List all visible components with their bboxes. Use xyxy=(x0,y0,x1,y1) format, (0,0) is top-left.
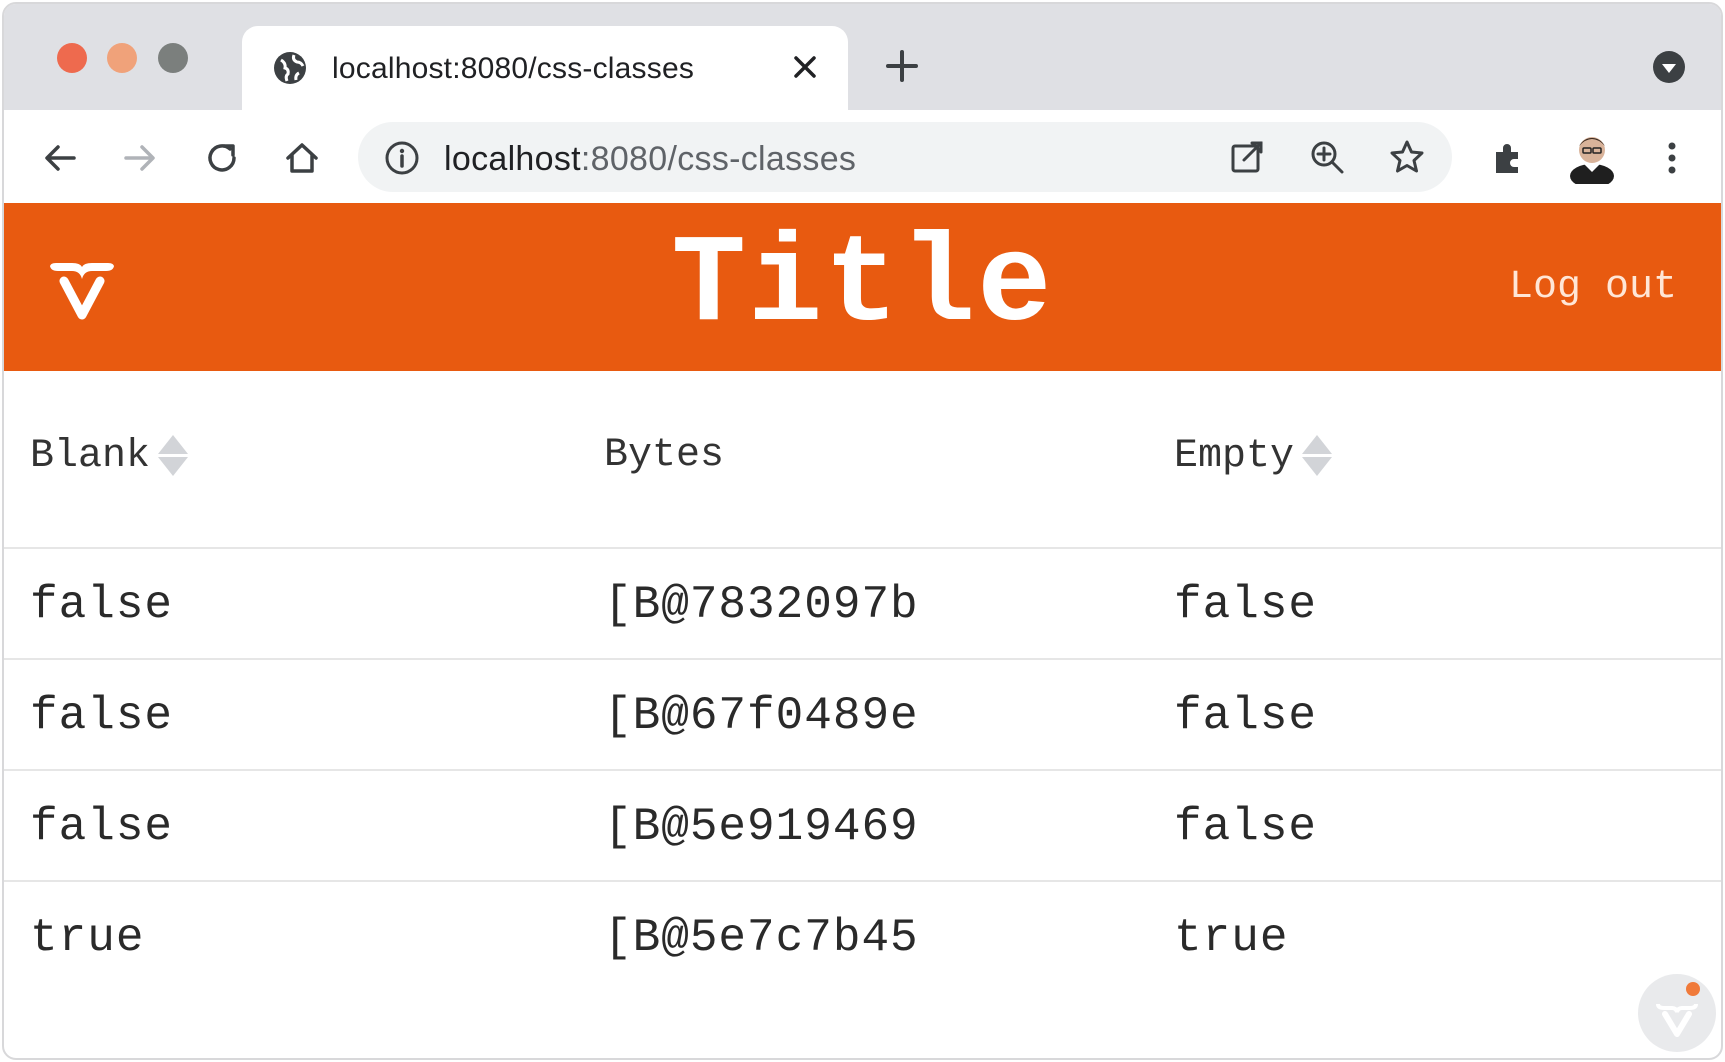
forward-arrow-icon[interactable] xyxy=(120,138,160,178)
home-icon[interactable] xyxy=(282,138,322,178)
column-header-blank[interactable]: Blank xyxy=(30,433,189,479)
cell-empty: true xyxy=(1174,912,1289,964)
grid-header-row: Blank Bytes Empty xyxy=(4,371,1721,549)
tab-active[interactable]: localhost:8080/css-classes xyxy=(242,26,848,112)
new-tab-icon[interactable] xyxy=(884,48,920,84)
open-in-new-icon[interactable] xyxy=(1228,138,1266,176)
table-row[interactable]: true [B@5e7c7b45 true xyxy=(4,882,1721,993)
cell-bytes: [B@5e919469 xyxy=(604,801,919,853)
cell-empty: false xyxy=(1174,579,1318,631)
devtools-notification-dot xyxy=(1686,982,1700,996)
cell-empty: false xyxy=(1174,690,1318,742)
window-minimize-button[interactable] xyxy=(107,43,137,73)
sort-icon[interactable] xyxy=(158,433,189,479)
window-zoom-button[interactable] xyxy=(158,43,188,73)
column-header-empty[interactable]: Empty xyxy=(1174,433,1333,479)
app-header: Title Log out xyxy=(4,203,1721,371)
column-header-label: Bytes xyxy=(604,433,725,478)
tab-strip: localhost:8080/css-classes xyxy=(4,4,1721,112)
vaadin-devtools-icon xyxy=(1656,1003,1698,1037)
cell-empty: false xyxy=(1174,801,1318,853)
reload-icon[interactable] xyxy=(202,138,242,178)
table-row[interactable]: false [B@5e919469 false xyxy=(4,771,1721,882)
table-row[interactable]: false [B@7832097b false xyxy=(4,549,1721,660)
more-menu-icon[interactable] xyxy=(1652,138,1692,178)
back-arrow-icon[interactable] xyxy=(40,138,80,178)
column-header-label: Empty xyxy=(1174,433,1295,479)
profile-avatar[interactable] xyxy=(1566,128,1618,184)
cell-blank: false xyxy=(30,579,174,631)
window-close-button[interactable] xyxy=(57,43,87,73)
tab-close-icon[interactable] xyxy=(790,52,820,82)
data-grid: Blank Bytes Empty false [B@7832097b fals… xyxy=(4,371,1721,993)
logout-link[interactable]: Log out xyxy=(1509,265,1677,310)
address-bar[interactable]: localhost:8080/css-classes xyxy=(358,122,1452,192)
cell-bytes: [B@67f0489e xyxy=(604,690,919,742)
table-row[interactable]: false [B@67f0489e false xyxy=(4,660,1721,771)
tab-title: localhost:8080/css-classes xyxy=(332,52,695,85)
url-path: :8080/css-classes xyxy=(580,140,857,178)
cell-bytes: [B@5e7c7b45 xyxy=(604,912,919,964)
cell-blank: false xyxy=(30,801,174,853)
browser-window: localhost:8080/css-classes localhost:808… xyxy=(2,2,1723,1060)
cell-blank: false xyxy=(30,690,174,742)
tab-search-icon[interactable] xyxy=(1652,50,1686,84)
url-text[interactable]: localhost:8080/css-classes xyxy=(444,140,856,179)
cell-blank: true xyxy=(30,912,145,964)
vaadin-devtools-button[interactable] xyxy=(1638,974,1716,1052)
globe-icon xyxy=(274,52,306,84)
sort-icon[interactable] xyxy=(1302,433,1333,479)
url-host: localhost xyxy=(444,140,581,178)
column-header-bytes: Bytes xyxy=(604,433,724,478)
browser-toolbar: localhost:8080/css-classes xyxy=(4,110,1721,204)
site-info-icon[interactable] xyxy=(384,140,420,176)
zoom-icon[interactable] xyxy=(1308,138,1346,176)
cell-bytes: [B@7832097b xyxy=(604,579,919,631)
column-header-label: Blank xyxy=(30,433,151,479)
page-title: Title xyxy=(671,217,1054,357)
star-icon[interactable] xyxy=(1388,138,1426,176)
extensions-icon[interactable] xyxy=(1488,138,1528,178)
